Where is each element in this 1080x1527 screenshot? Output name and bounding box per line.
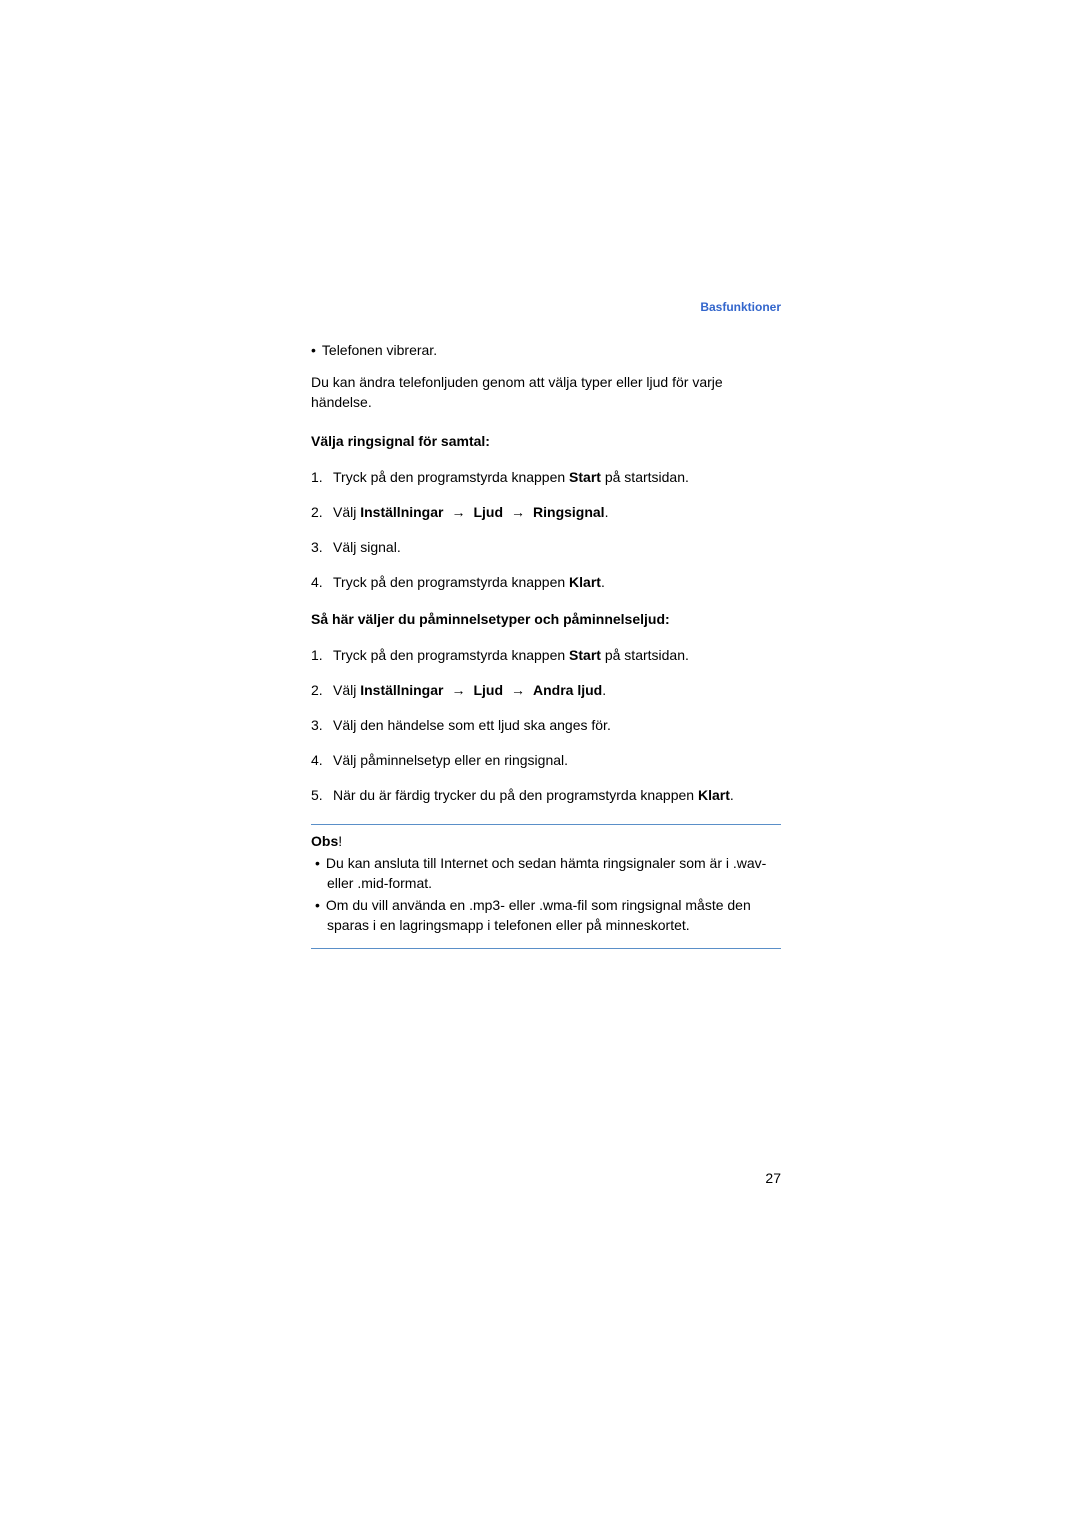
note-item: • Om du vill använda en .mp3- eller .wma-…	[311, 895, 781, 936]
list-number: 4.	[311, 750, 333, 771]
list-number: 1.	[311, 645, 333, 666]
section1-list: 1.Tryck på den programstyrda knappen Sta…	[311, 467, 781, 593]
list-number: 2.	[311, 502, 333, 523]
arrow-icon: →	[511, 680, 525, 701]
note-list: • Du kan ansluta till Internet och sedan …	[311, 853, 781, 936]
list-item: 4.Välj påminnelsetyp eller en ringsignal…	[311, 750, 781, 771]
list-text: Tryck på den programstyrda knappen Klart…	[333, 574, 605, 590]
arrow-icon: →	[511, 502, 525, 523]
list-text: Välj signal.	[333, 539, 401, 555]
list-text: När du är färdig trycker du på den progr…	[333, 787, 734, 803]
note-item: • Du kan ansluta till Internet och sedan …	[311, 853, 781, 894]
list-item: 3.Välj den händelse som ett ljud ska ang…	[311, 715, 781, 736]
list-number: 3.	[311, 715, 333, 736]
list-number: 3.	[311, 537, 333, 558]
list-item: 1.Tryck på den programstyrda knappen Sta…	[311, 467, 781, 488]
list-number: 4.	[311, 572, 333, 593]
list-text: Tryck på den programstyrda knappen Start…	[333, 469, 689, 485]
arrow-icon: →	[451, 680, 465, 701]
arrow-icon: →	[451, 502, 465, 523]
list-number: 1.	[311, 467, 333, 488]
document-page: Basfunktioner • Telefonen vibrerar. Du ka…	[311, 300, 781, 949]
list-text: Välj påminnelsetyp eller en ringsignal.	[333, 752, 568, 768]
list-text: Välj Inställningar→Ljud→Andra ljud.	[333, 682, 606, 698]
list-text: Tryck på den programstyrda knappen Start…	[333, 647, 689, 663]
header-section-label: Basfunktioner	[311, 300, 781, 314]
bullet-dot-icon: •	[315, 855, 320, 871]
intro-bullet: • Telefonen vibrerar.	[311, 342, 781, 358]
intro-paragraph: Du kan ändra telefonljuden genom att väl…	[311, 372, 781, 413]
list-item: 4.Tryck på den programstyrda knappen Kla…	[311, 572, 781, 593]
section2-title: Så här väljer du påminnelsetyper och påm…	[311, 611, 781, 627]
list-text: Välj den händelse som ett ljud ska anges…	[333, 717, 611, 733]
bullet-dot-icon: •	[311, 342, 316, 358]
list-item: 5.När du är färdig trycker du på den pro…	[311, 785, 781, 806]
page-number: 27	[765, 1170, 781, 1186]
list-number: 5.	[311, 785, 333, 806]
note-title: Obs!	[311, 833, 781, 849]
list-text: Välj Inställningar→Ljud→Ringsignal.	[333, 504, 608, 520]
list-item: 2.Välj Inställningar→Ljud→Andra ljud.	[311, 680, 781, 701]
list-item: 1.Tryck på den programstyrda knappen Sta…	[311, 645, 781, 666]
note-box: Obs! • Du kan ansluta till Internet och s…	[311, 824, 781, 949]
section1-title: Välja ringsignal för samtal:	[311, 433, 781, 449]
list-item: 3.Välj signal.	[311, 537, 781, 558]
intro-bullet-text: Telefonen vibrerar.	[322, 342, 437, 358]
section2-list: 1.Tryck på den programstyrda knappen Sta…	[311, 645, 781, 806]
note-text: Om du vill använda en .mp3- eller .wma-f…	[326, 897, 751, 933]
note-text: Du kan ansluta till Internet och sedan h…	[326, 855, 766, 891]
list-number: 2.	[311, 680, 333, 701]
bullet-dot-icon: •	[315, 897, 320, 913]
list-item: 2.Välj Inställningar→Ljud→Ringsignal.	[311, 502, 781, 523]
